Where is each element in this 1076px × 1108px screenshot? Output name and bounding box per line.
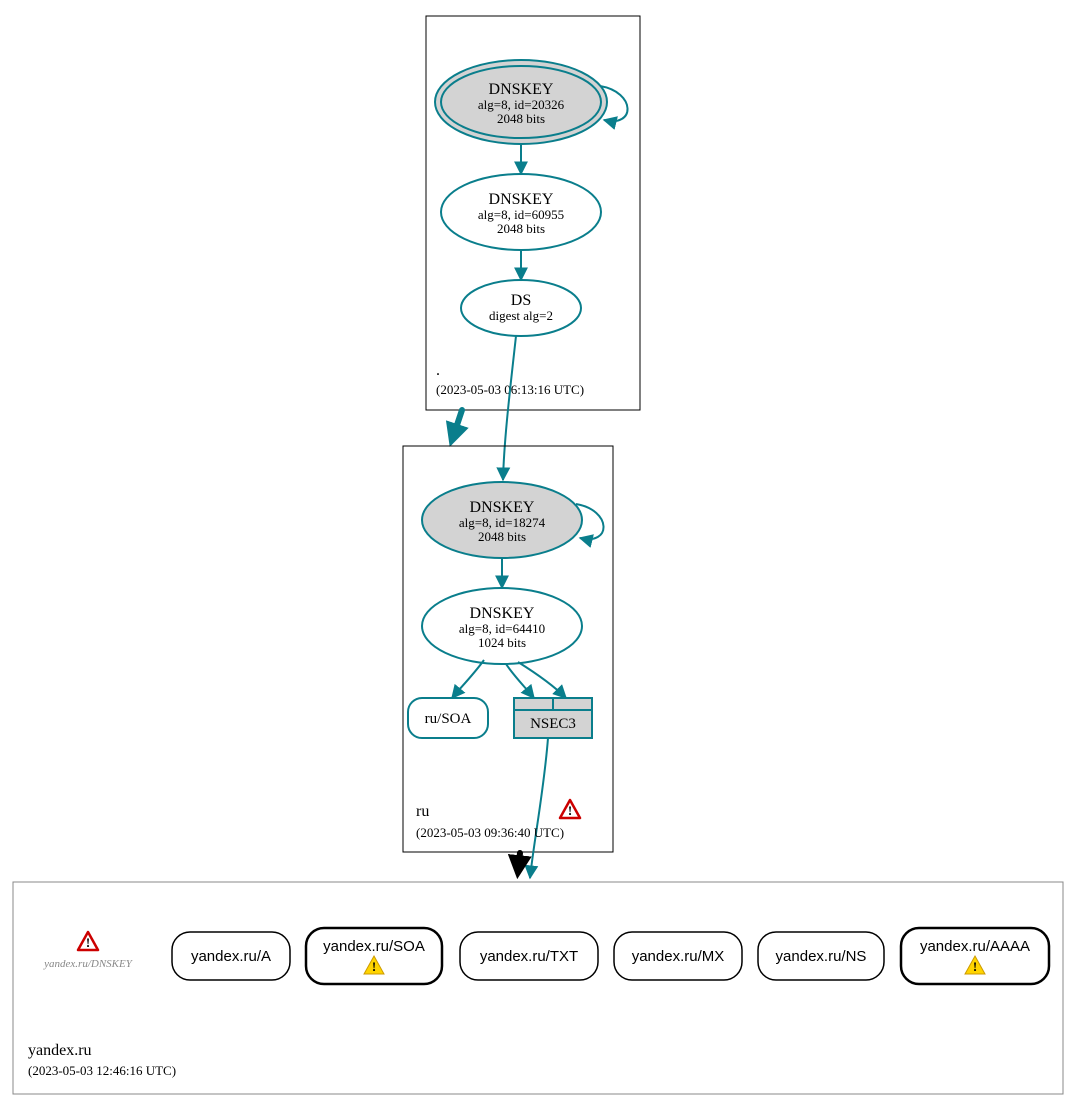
zone-yandex-ts: (2023-05-03 12:46:16 UTC) [28, 1063, 176, 1078]
ru-nsec3-node: NSEC3 [514, 698, 592, 738]
edge-nsec3-to-yandex [530, 738, 548, 878]
ru-ksk-bits: 2048 bits [478, 529, 526, 544]
ru-soa-node: ru/SOA [408, 698, 488, 738]
ru-soa-label: ru/SOA [425, 711, 472, 727]
svg-text:!: ! [372, 959, 376, 974]
edge-ru-zsk-soa [452, 660, 484, 698]
root-ds-alg: digest alg=2 [489, 308, 553, 323]
svg-text:!: ! [86, 935, 90, 950]
yandex-ns-label: yandex.ru/NS [776, 948, 867, 965]
root-zsk-node: DNSKEY alg=8, id=60955 2048 bits [441, 174, 601, 250]
yandex-ns-node: yandex.ru/NS [758, 932, 884, 980]
ru-zsk-title: DNSKEY [470, 605, 535, 622]
edge-root-to-ru-thick [452, 410, 462, 440]
yandex-a-label: yandex.ru/A [191, 948, 271, 965]
zone-root-label: . [436, 362, 440, 379]
svg-text:yandex.ru/DNSKEY: yandex.ru/DNSKEY [43, 958, 134, 970]
root-zsk-alg: alg=8, id=60955 [478, 207, 564, 222]
dnssec-diagram: DNSKEY alg=8, id=20326 2048 bits DNSKEY … [0, 0, 1076, 1108]
yandex-mx-node: yandex.ru/MX [614, 932, 742, 980]
root-ksk-node: DNSKEY alg=8, id=20326 2048 bits [435, 60, 607, 144]
ru-nsec3-label: NSEC3 [530, 716, 576, 732]
error-icon: ! [560, 800, 580, 818]
root-ksk-bits: 2048 bits [497, 111, 545, 126]
ru-ksk-alg: alg=8, id=18274 [459, 515, 546, 530]
ru-zsk-bits: 1024 bits [478, 635, 526, 650]
yandex-dnskey-placeholder: yandex.ru/DNSKEY [43, 958, 134, 970]
edge-ds-to-ru-ksk [503, 336, 516, 480]
root-zsk-bits: 2048 bits [497, 221, 545, 236]
zone-yandex-label: yandex.ru [28, 1042, 92, 1059]
zone-ru-label: ru [416, 803, 429, 820]
yandex-txt-node: yandex.ru/TXT [460, 932, 598, 980]
svg-text:!: ! [568, 803, 572, 818]
edge-ru-zsk-nsec3-b [518, 662, 566, 698]
yandex-aaaa-node: yandex.ru/AAAA ! [901, 928, 1049, 984]
root-ds-title: DS [511, 292, 531, 309]
yandex-a-node: yandex.ru/A [172, 932, 290, 980]
root-ksk-title: DNSKEY [489, 81, 554, 98]
yandex-soa-node: yandex.ru/SOA ! [306, 928, 442, 984]
root-zsk-title: DNSKEY [489, 191, 554, 208]
error-icon: ! [78, 932, 98, 950]
yandex-txt-label: yandex.ru/TXT [480, 948, 578, 965]
root-ds-node: DS digest alg=2 [461, 280, 581, 336]
ru-zsk-alg: alg=8, id=64410 [459, 621, 545, 636]
edge-ru-to-yandex-thick [518, 853, 520, 872]
ru-ksk-node: DNSKEY alg=8, id=18274 2048 bits [422, 482, 582, 558]
ru-zsk-node: DNSKEY alg=8, id=64410 1024 bits [422, 588, 582, 664]
root-ksk-alg: alg=8, id=20326 [478, 97, 565, 112]
zone-ru-ts: (2023-05-03 09:36:40 UTC) [416, 825, 564, 840]
yandex-soa-label: yandex.ru/SOA [323, 938, 425, 955]
svg-text:!: ! [973, 959, 977, 974]
ru-ksk-title: DNSKEY [470, 499, 535, 516]
yandex-aaaa-label: yandex.ru/AAAA [920, 938, 1030, 955]
yandex-mx-label: yandex.ru/MX [632, 948, 725, 965]
